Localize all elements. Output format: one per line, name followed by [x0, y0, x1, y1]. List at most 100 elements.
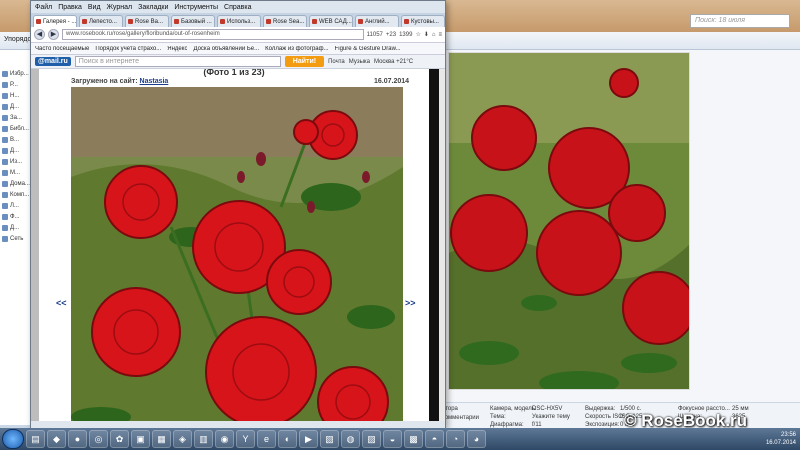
- url-field[interactable]: www.rosebook.ru/rose/gallery/floribunda/…: [62, 29, 364, 40]
- menu-icon[interactable]: ≡: [438, 32, 442, 38]
- folder-icon: [2, 202, 8, 209]
- app-icon[interactable]: ◕: [467, 430, 486, 448]
- folder-icon: [2, 114, 8, 121]
- detail-label: Выдержка:: [585, 406, 616, 412]
- app-icon[interactable]: ◐: [278, 430, 297, 448]
- bookmarks-bar: Часто посещаемые Порядок учета страхо...…: [31, 43, 445, 55]
- prev-photo-link[interactable]: <<: [56, 298, 67, 308]
- app-icon[interactable]: ▦: [152, 430, 171, 448]
- ie-icon[interactable]: e: [257, 430, 276, 448]
- forward-button[interactable]: ▶: [48, 29, 59, 40]
- rose-image-main: [71, 87, 403, 421]
- firefox-icon[interactable]: ◉: [215, 430, 234, 448]
- app-icon[interactable]: ◈: [173, 430, 192, 448]
- tab-petals[interactable]: Лепесто...: [79, 15, 123, 27]
- uploaded-info: Загружено на сайт: Nastasia: [71, 78, 168, 85]
- menu-help[interactable]: Справка: [224, 4, 251, 11]
- counter-11057[interactable]: 11057: [367, 32, 383, 38]
- detail-label: Тема:: [490, 414, 506, 420]
- web-search-input[interactable]: Поиск в интернете: [74, 56, 281, 67]
- mailru-search-bar: @mail.ru Поиск в интернете Найти! Почта …: [31, 55, 445, 69]
- tab-rose-search[interactable]: Rose Sea...: [263, 15, 307, 27]
- bookmark-yandex[interactable]: Яндекс: [167, 46, 187, 52]
- app-icon[interactable]: ◔: [446, 430, 465, 448]
- page-favicon-icon: [404, 19, 409, 24]
- menu-view[interactable]: Вид: [88, 4, 101, 11]
- bookmark-frequent[interactable]: Часто посещаемые: [35, 46, 89, 52]
- back-button[interactable]: ◀: [34, 29, 45, 40]
- star-icon[interactable]: ☆: [415, 31, 420, 38]
- weather-link[interactable]: Москва +21°C: [374, 59, 413, 65]
- rose-image-background: [449, 53, 689, 389]
- main-rose-photo[interactable]: [71, 87, 403, 421]
- folder-icon: [2, 92, 8, 99]
- vertical-scrollbar[interactable]: [439, 69, 445, 421]
- tab-label: Англий...: [365, 18, 390, 25]
- mail-link[interactable]: Почта: [328, 59, 345, 65]
- tab-english[interactable]: Англий...: [355, 15, 399, 27]
- upload-date: 16.07.2014: [374, 78, 410, 85]
- music-link[interactable]: Музыка: [349, 59, 370, 65]
- tab-basic[interactable]: Базовый ...: [171, 15, 215, 27]
- folder-icon: [2, 180, 8, 187]
- counter-plus23[interactable]: +23: [386, 32, 396, 38]
- folder-icon: [2, 191, 8, 198]
- background-search-input[interactable]: Поиск: 18 июля: [690, 14, 790, 28]
- menu-bookmarks[interactable]: Закладки: [138, 4, 168, 11]
- nav-item-label: В...: [10, 136, 20, 143]
- tab-rose-ba[interactable]: Rose Ва...: [125, 15, 169, 27]
- uploader-link[interactable]: Nastasia: [140, 78, 169, 85]
- nav-item-label: Комп...: [10, 191, 30, 198]
- nav-item-label: М...: [10, 169, 20, 176]
- start-button[interactable]: [2, 429, 24, 449]
- system-clock[interactable]: 23:56 16.07.2014: [766, 431, 796, 447]
- tab-gallery[interactable]: Галерея - ...: [33, 15, 77, 27]
- app-icon[interactable]: ▶: [299, 430, 318, 448]
- app-icon[interactable]: ▥: [194, 430, 213, 448]
- bookmark-collage[interactable]: Коллаж из фотограф...: [265, 46, 328, 52]
- bookmark-insurance[interactable]: Порядок учета страхо...: [95, 46, 161, 52]
- app-icon[interactable]: ✿: [110, 430, 129, 448]
- find-button[interactable]: Найти!: [284, 56, 325, 67]
- tab-label: Лепесто...: [89, 18, 117, 25]
- next-photo-link[interactable]: >>: [405, 298, 416, 308]
- tab-bar: Галерея - ... Лепесто... Rose Ва... Базо…: [31, 13, 445, 27]
- address-row: ◀ ▶ www.rosebook.ru/rose/gallery/floribu…: [31, 27, 445, 43]
- tab-web-garden[interactable]: WEB САД...: [309, 15, 353, 27]
- app-icon[interactable]: ◒: [383, 430, 402, 448]
- app-icon[interactable]: ◆: [47, 430, 66, 448]
- download-icon[interactable]: ⬇: [424, 31, 429, 38]
- home-icon[interactable]: ⌂: [432, 32, 436, 38]
- detail-value: Укажите тему: [532, 414, 570, 420]
- menu-edit[interactable]: Правка: [58, 4, 82, 11]
- app-icon[interactable]: ▣: [131, 430, 150, 448]
- tab-label: Галерея - ...: [43, 18, 77, 25]
- app-icon[interactable]: ▩: [404, 430, 423, 448]
- tab-usage[interactable]: Использ...: [217, 15, 261, 27]
- nav-item-label: Библ...: [10, 125, 29, 132]
- mail-counter[interactable]: 1399: [399, 32, 412, 38]
- folder-icon: [2, 81, 8, 88]
- app-icon[interactable]: ▨: [362, 430, 381, 448]
- tab-shrub[interactable]: Кустовы...: [401, 15, 445, 27]
- rose-favicon-icon: [128, 19, 133, 24]
- app-icon[interactable]: ●: [68, 430, 87, 448]
- menu-history[interactable]: Журнал: [107, 4, 133, 11]
- nav-item-label: За...: [10, 114, 22, 121]
- gallery-page: (Фото 1 из 23) Загружено на сайт: Nastas…: [39, 69, 429, 421]
- app-icon[interactable]: ◓: [425, 430, 444, 448]
- bookmark-board[interactable]: Доска объявлений Бе...: [193, 46, 259, 52]
- folder-icon: [2, 235, 8, 242]
- folder-icon[interactable]: ▤: [26, 430, 45, 448]
- menu-tools[interactable]: Инструменты: [174, 4, 218, 11]
- bookmark-figure[interactable]: Figure & Gesture Draw...: [335, 46, 401, 52]
- menu-file[interactable]: Файл: [35, 4, 52, 11]
- tab-label: WEB САД...: [319, 18, 352, 25]
- app-icon[interactable]: ▧: [320, 430, 339, 448]
- detail-value: DSC-HX5V: [532, 406, 563, 412]
- mailru-logo[interactable]: @mail.ru: [35, 57, 71, 66]
- app-icon[interactable]: ◎: [89, 430, 108, 448]
- folder-icon: [2, 158, 8, 165]
- app-icon[interactable]: ◍: [341, 430, 360, 448]
- yandex-icon[interactable]: Y: [236, 430, 255, 448]
